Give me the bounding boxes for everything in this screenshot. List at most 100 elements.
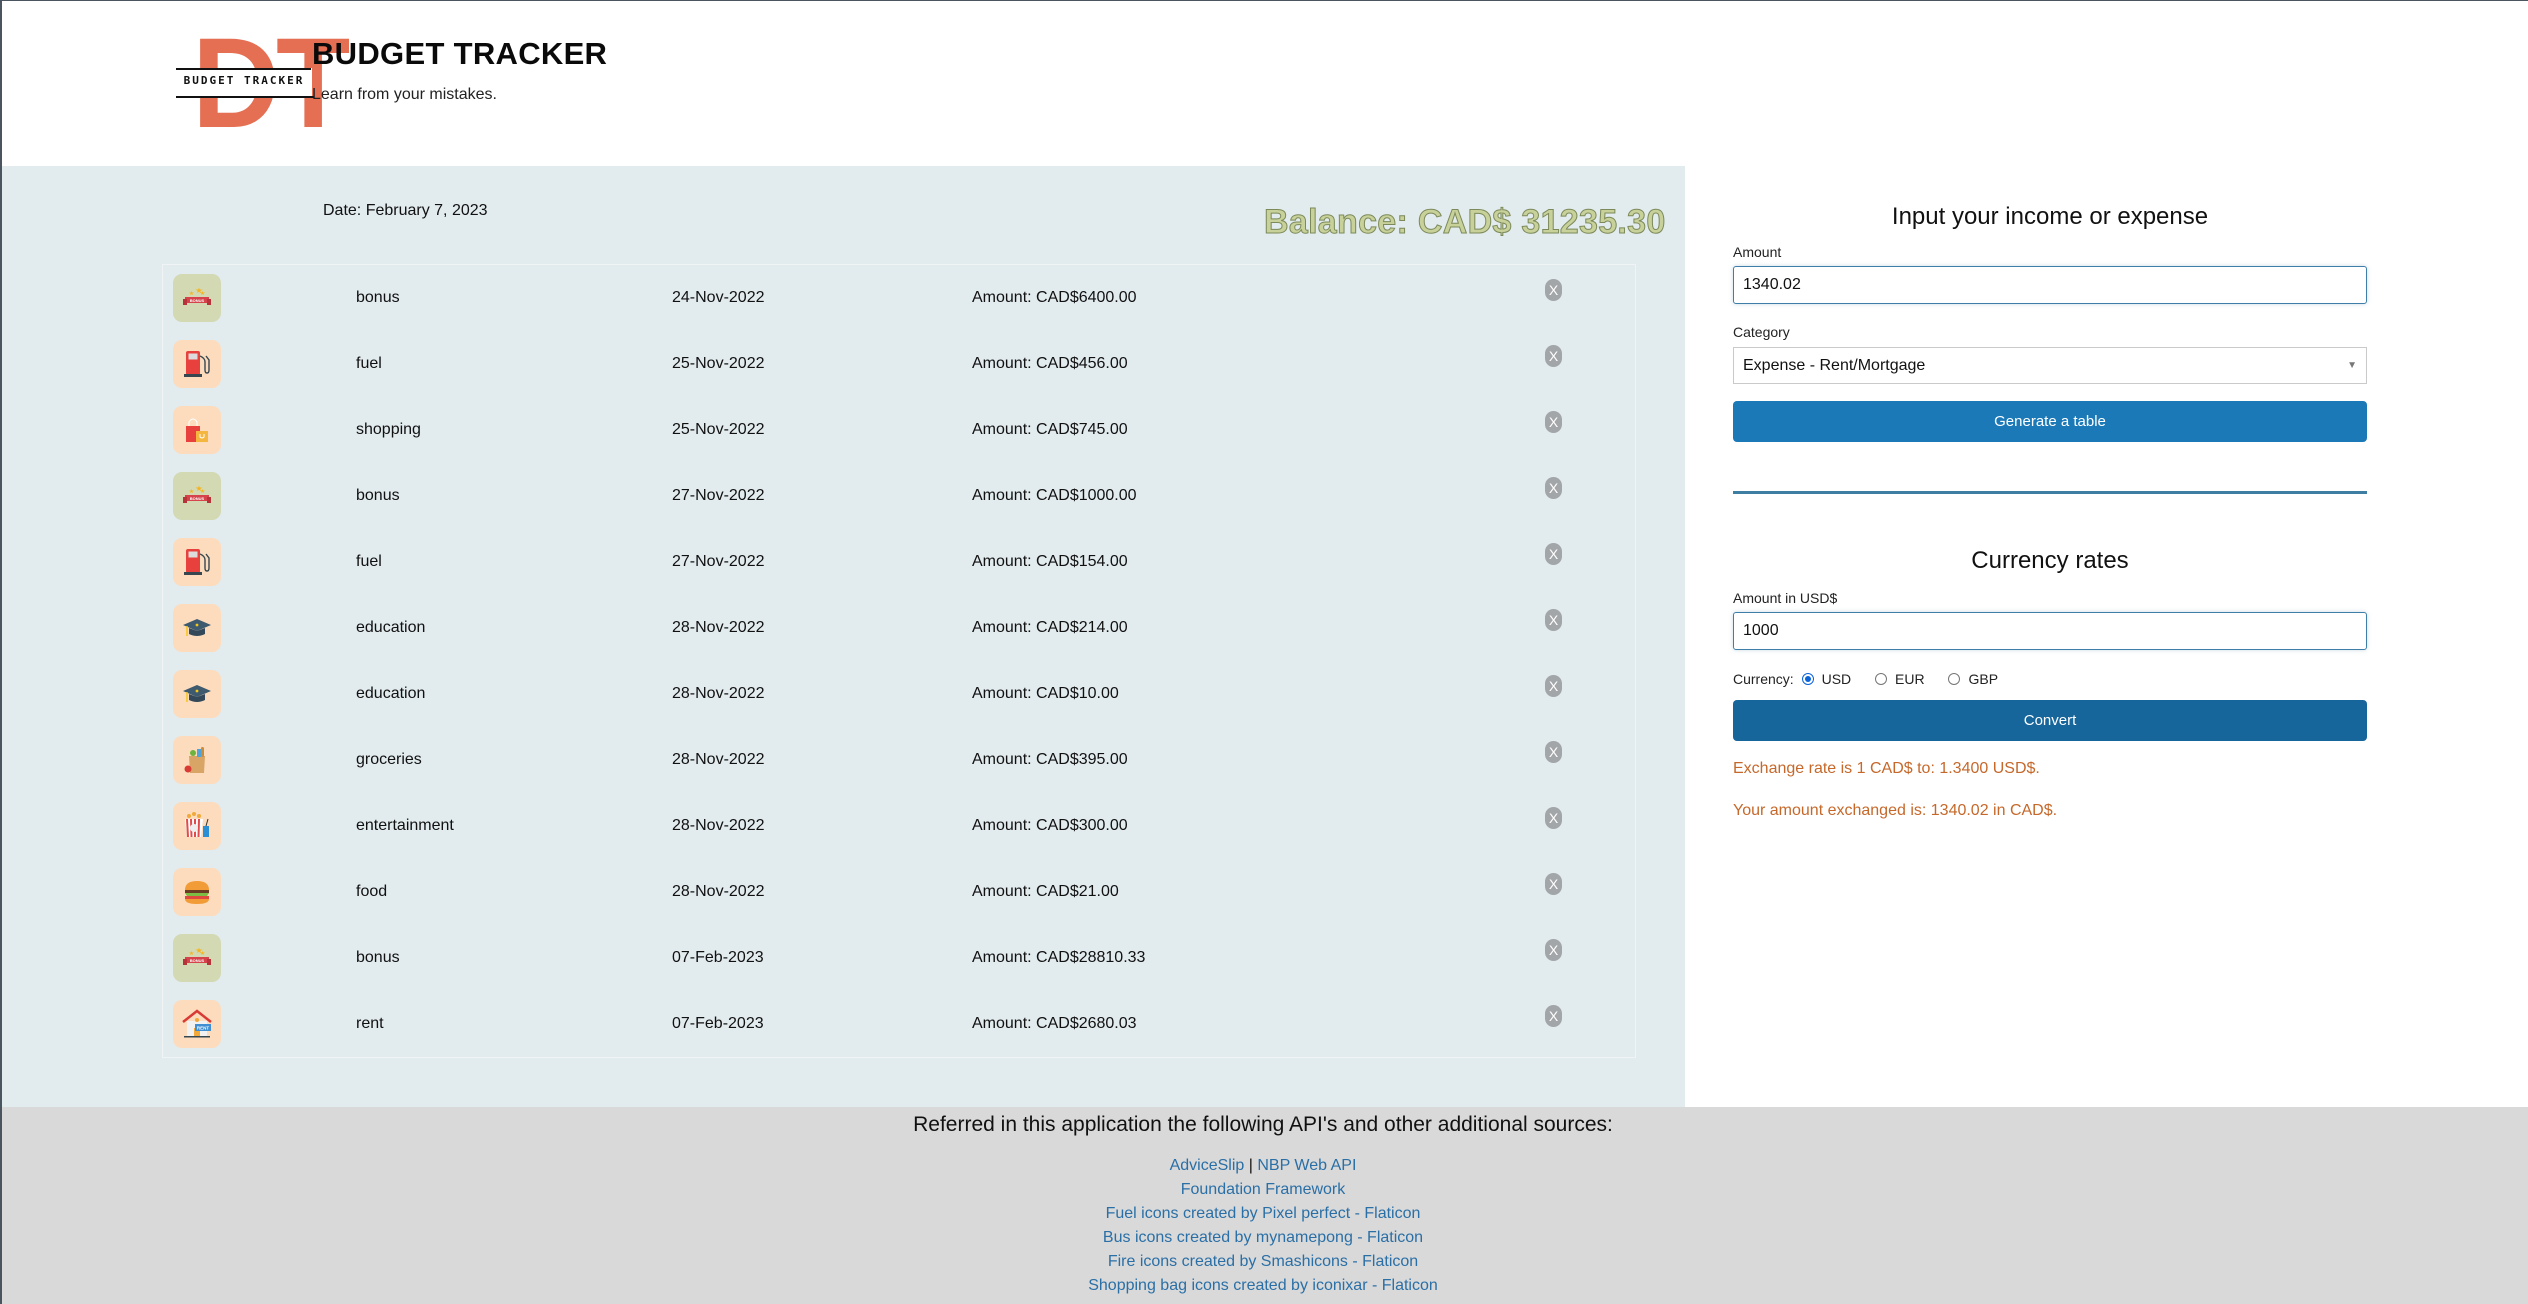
bonus-icon: BONUS	[173, 274, 221, 322]
delete-transaction-button[interactable]: X	[1545, 873, 1562, 895]
fuel-icons-credit-link[interactable]: Fuel icons created by Pixel perfect - Fl…	[1106, 1205, 1421, 1222]
transaction-category: fuel	[356, 355, 382, 372]
currency-form-title: Currency rates	[1971, 547, 2129, 574]
delete-transaction-button[interactable]: X	[1545, 807, 1562, 829]
nbp-web-api-link[interactable]: NBP Web API	[1257, 1157, 1356, 1174]
education-icon	[173, 604, 221, 652]
adviceslip-link[interactable]: AdviceSlip	[1170, 1157, 1245, 1174]
shopping-bag-icons-credit-link[interactable]: Shopping bag icons created by iconixar -…	[1088, 1277, 1438, 1294]
delete-transaction-button[interactable]: X	[1545, 543, 1562, 565]
transaction-row: food 28-Nov-2022 Amount: CAD$21.00 X	[163, 859, 1635, 925]
convert-button[interactable]: Convert	[1733, 700, 2367, 741]
transaction-row: entertainment 28-Nov-2022 Amount: CAD$300.…	[163, 793, 1635, 859]
delete-transaction-button[interactable]: X	[1545, 345, 1562, 367]
delete-transaction-button[interactable]: X	[1545, 609, 1562, 631]
radio-eur[interactable]	[1875, 673, 1888, 686]
category-select[interactable]: Expense - Rent/Mortgage ▼	[1733, 347, 2367, 384]
delete-transaction-button[interactable]: X	[1545, 411, 1562, 433]
delete-transaction-button[interactable]: X	[1545, 939, 1562, 961]
chevron-down-icon: ▼	[2347, 360, 2357, 371]
transaction-date: 28-Nov-2022	[672, 619, 765, 636]
radio-gbp-label[interactable]: GBP	[1968, 670, 1998, 688]
transaction-amount: Amount: CAD$21.00	[972, 883, 1119, 900]
transaction-date: 28-Nov-2022	[672, 883, 765, 900]
transaction-amount: Amount: CAD$2680.03	[972, 1015, 1137, 1032]
food-icon	[173, 868, 221, 916]
currency-radio-group: Currency: USD EUR GBP	[1733, 669, 2014, 687]
amount-label: Amount	[1733, 244, 1782, 260]
transaction-row: shopping 25-Nov-2022 Amount: CAD$745.00 X	[163, 397, 1635, 463]
footer-api-links: AdviceSlip | NBP Web API	[0, 1157, 2526, 1175]
logo-line-top	[176, 68, 311, 70]
fire-icons-credit-link[interactable]: Fire icons created by Smashicons - Flati…	[1108, 1253, 1418, 1270]
svg-text:BONUS: BONUS	[190, 958, 205, 963]
bonus-icon: BONUS	[173, 934, 221, 982]
transaction-amount: Amount: CAD$28810.33	[972, 949, 1146, 966]
entertainment-icon	[173, 802, 221, 850]
transaction-row: BONUS bonus 24-Nov-2022 Amount: CAD$6400.00…	[163, 265, 1635, 331]
transaction-amount: Amount: CAD$6400.00	[972, 289, 1137, 306]
delete-transaction-button[interactable]: X	[1545, 477, 1562, 499]
generate-table-button[interactable]: Generate a table	[1733, 401, 2367, 442]
foundation-framework-link[interactable]: Foundation Framework	[1181, 1181, 1346, 1198]
delete-transaction-button[interactable]: X	[1545, 741, 1562, 763]
logo: DT BUDGET TRACKER	[176, 20, 350, 148]
delete-transaction-button[interactable]: X	[1545, 675, 1562, 697]
exchange-rate-message: Exchange rate is 1 CAD$ to: 1.3400 USD$.	[1733, 760, 2040, 777]
transaction-category: education	[356, 619, 426, 636]
site-title: BUDGET TRACKER	[312, 36, 608, 71]
transaction-row: fuel 27-Nov-2022 Amount: CAD$154.00 X	[163, 529, 1635, 595]
transaction-category: fuel	[356, 553, 382, 570]
radio-gbp[interactable]	[1948, 673, 1961, 686]
category-selected-value: Expense - Rent/Mortgage	[1743, 357, 1926, 374]
svg-text:BONUS: BONUS	[190, 496, 205, 501]
transaction-date: 07-Feb-2023	[672, 949, 764, 966]
amount-input[interactable]: 1340.02	[1733, 266, 2367, 304]
rent-icon: RENT	[173, 1000, 221, 1048]
transaction-amount: Amount: CAD$745.00	[972, 421, 1128, 438]
transaction-category: bonus	[356, 289, 400, 306]
entry-form-title: Input your income or expense	[1891, 203, 2209, 230]
fuel-icon	[173, 538, 221, 586]
radio-eur-label[interactable]: EUR	[1895, 670, 1925, 688]
current-date: Date: February 7, 2023	[323, 202, 488, 219]
radio-usd[interactable]	[1801, 673, 1814, 686]
transaction-amount: Amount: CAD$1000.00	[972, 487, 1137, 504]
transactions-table: BONUS bonus 24-Nov-2022 Amount: CAD$6400.00…	[162, 264, 1636, 1058]
link-separator: |	[1248, 1157, 1253, 1174]
transaction-date: 25-Nov-2022	[672, 355, 765, 372]
logo-line-bottom	[176, 96, 314, 98]
logo-caption: BUDGET TRACKER	[183, 74, 305, 87]
transaction-category: bonus	[356, 487, 400, 504]
footer-title: Referred in this application the followi…	[913, 1113, 1613, 1136]
transaction-category: groceries	[356, 751, 422, 768]
groceries-icon	[173, 736, 221, 784]
transaction-date: 28-Nov-2022	[672, 685, 765, 702]
category-label: Category	[1733, 324, 1790, 340]
transaction-date: 25-Nov-2022	[672, 421, 765, 438]
transaction-row: BONUS bonus 07-Feb-2023 Amount: CAD$28810.3…	[163, 925, 1635, 991]
transaction-amount: Amount: CAD$154.00	[972, 553, 1128, 570]
transaction-row: education 28-Nov-2022 Amount: CAD$214.00 X	[163, 595, 1635, 661]
transaction-row: groceries 28-Nov-2022 Amount: CAD$395.00 X	[163, 727, 1635, 793]
usd-amount-input[interactable]: 1000	[1733, 612, 2367, 650]
delete-transaction-button[interactable]: X	[1545, 279, 1562, 301]
bus-icons-credit-link[interactable]: Bus icons created by mynamepong - Flatic…	[1103, 1229, 1423, 1246]
svg-text:BONUS: BONUS	[190, 298, 205, 303]
bonus-icon: BONUS	[173, 472, 221, 520]
section-divider	[1733, 491, 2367, 494]
exchanged-amount-message: Your amount exchanged is: 1340.02 in CAD…	[1733, 802, 2058, 819]
shopping-icon	[173, 406, 221, 454]
fuel-icon	[173, 340, 221, 388]
site-subtitle: Learn from your mistakes.	[312, 86, 497, 103]
transaction-category: bonus	[356, 949, 400, 966]
transaction-date: 27-Nov-2022	[672, 553, 765, 570]
transaction-category: shopping	[356, 421, 421, 438]
header	[2, 1, 2528, 166]
radio-usd-label[interactable]: USD	[1822, 670, 1852, 688]
delete-transaction-button[interactable]: X	[1545, 1005, 1562, 1027]
education-icon	[173, 670, 221, 718]
transaction-date: 27-Nov-2022	[672, 487, 765, 504]
transaction-date: 28-Nov-2022	[672, 817, 765, 834]
transaction-row: education 28-Nov-2022 Amount: CAD$10.00 X	[163, 661, 1635, 727]
